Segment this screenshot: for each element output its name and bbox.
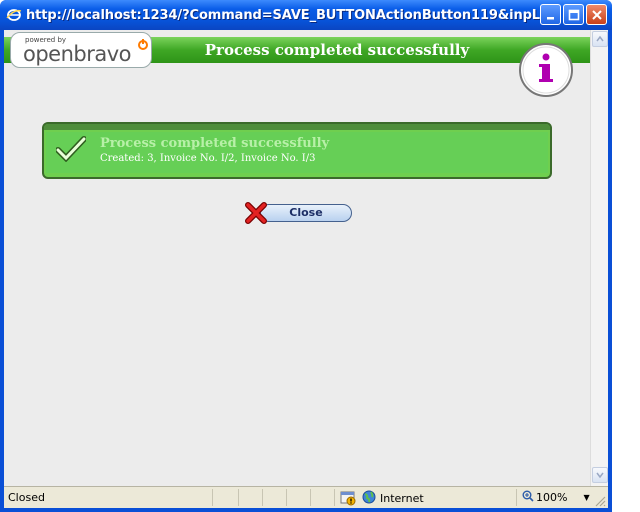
close-button-label: Close xyxy=(289,206,323,219)
logo-name: openbravo xyxy=(23,42,132,66)
openbravo-header: powered by openbravo Process completed s… xyxy=(4,30,590,97)
zoom-control[interactable]: 100% ▼ xyxy=(522,490,590,505)
status-divider xyxy=(334,489,335,506)
status-divider xyxy=(262,489,263,506)
close-window-button[interactable] xyxy=(586,4,607,25)
zoom-dropdown-icon[interactable]: ▼ xyxy=(583,493,589,502)
browser-window: http://localhost:1234/?Command=SAVE_BUTT… xyxy=(0,0,612,512)
security-zone[interactable]: Internet xyxy=(362,490,424,507)
title-bar[interactable]: http://localhost:1234/?Command=SAVE_BUTT… xyxy=(0,0,612,30)
status-text: Closed xyxy=(8,491,45,504)
security-warning-icon[interactable] xyxy=(340,490,356,509)
zoom-level: 100% xyxy=(536,491,568,504)
zoom-icon xyxy=(522,490,534,505)
maximize-button[interactable] xyxy=(563,4,584,25)
status-bar: Closed Internet 100% ▼ xyxy=(4,486,608,508)
status-divider xyxy=(238,489,239,506)
scroll-down-arrow-icon[interactable] xyxy=(592,467,608,483)
resize-grip-icon[interactable] xyxy=(594,495,606,510)
status-divider xyxy=(310,489,311,506)
checkmark-icon xyxy=(55,136,87,166)
window-title: http://localhost:1234/?Command=SAVE_BUTT… xyxy=(26,7,554,23)
message-top-bar xyxy=(44,124,550,130)
message-text: Created: 3, Invoice No. I/2, Invoice No.… xyxy=(100,153,316,164)
status-divider xyxy=(286,489,287,506)
info-icon xyxy=(518,42,574,102)
page-content: powered by openbravo Process completed s… xyxy=(4,30,608,508)
minimize-button[interactable] xyxy=(540,4,561,25)
close-x-icon xyxy=(244,202,268,228)
openbravo-logo: powered by openbravo xyxy=(10,32,152,68)
globe-icon xyxy=(362,490,376,507)
scroll-up-arrow-icon[interactable] xyxy=(592,31,608,47)
logo-mark-icon xyxy=(137,36,149,55)
header-title: Process completed successfully xyxy=(204,41,470,59)
internet-explorer-icon xyxy=(6,7,22,23)
zone-label: Internet xyxy=(380,492,424,505)
status-divider xyxy=(212,489,213,506)
vertical-scrollbar[interactable] xyxy=(590,30,608,486)
close-button[interactable]: Close xyxy=(244,202,354,224)
status-divider xyxy=(516,489,517,506)
success-message-box: Process completed successfully Created: … xyxy=(42,122,552,179)
message-title: Process completed successfully xyxy=(100,136,330,151)
